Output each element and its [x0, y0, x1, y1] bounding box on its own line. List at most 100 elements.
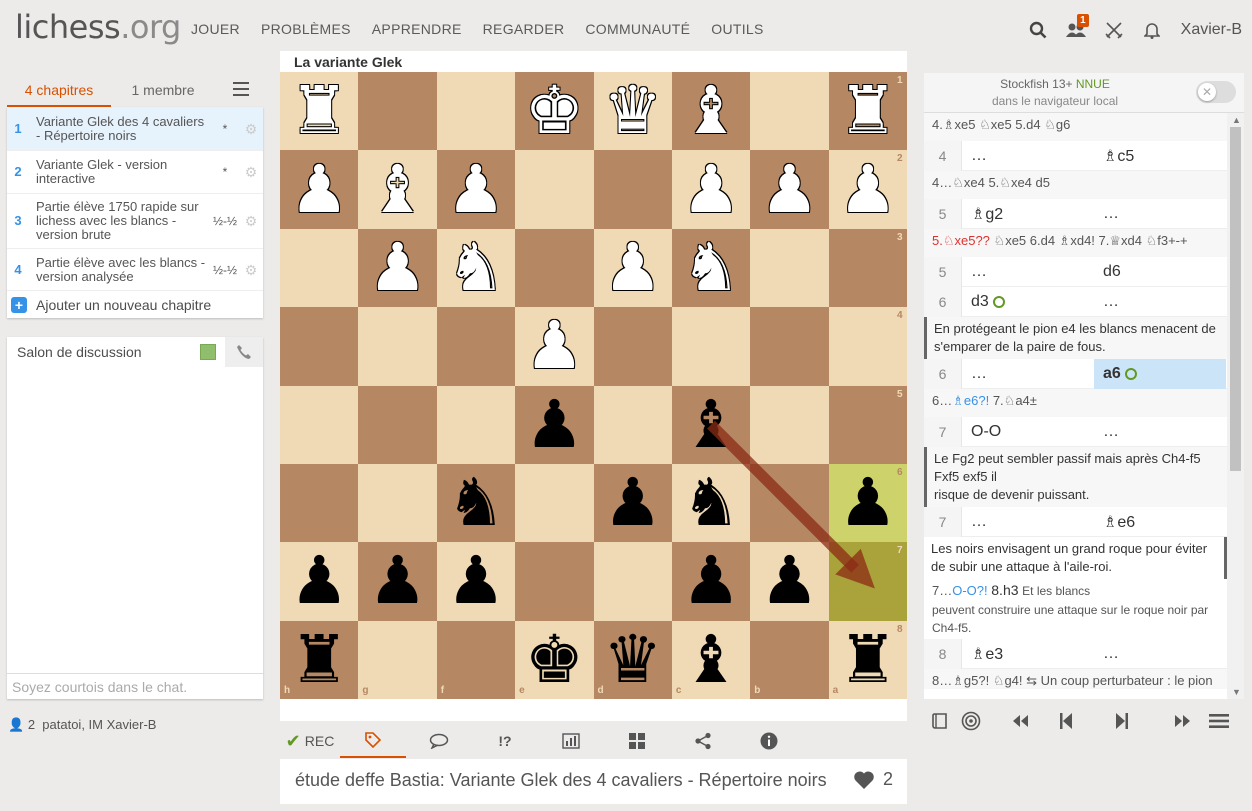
tags-tab[interactable] — [340, 724, 406, 758]
board-square-b4[interactable] — [750, 307, 829, 386]
white-piece-g3[interactable]: ♟ — [358, 229, 436, 307]
black-piece-g7[interactable]: ♟ — [358, 542, 436, 620]
black-piece-c6[interactable]: ♞ — [672, 464, 750, 542]
board-square-g1[interactable] — [358, 72, 437, 151]
glyphs-tab[interactable]: !? — [472, 724, 538, 758]
hamburger-menu-icon[interactable] — [1194, 706, 1244, 736]
next-move-icon[interactable] — [1080, 706, 1164, 736]
user-menu[interactable]: Xavier-B — [1171, 21, 1252, 39]
variation-line[interactable]: 6…♗e6?! 7.♘a4± — [924, 389, 1227, 417]
board-square-e2[interactable] — [515, 150, 594, 229]
current-move[interactable]: a6 — [1094, 358, 1226, 389]
black-move[interactable]: ♗c5 — [1094, 141, 1226, 171]
board-square-h4[interactable] — [280, 307, 359, 386]
scroll-up-icon[interactable]: ▲ — [1232, 115, 1241, 125]
board-square-b8[interactable] — [750, 620, 829, 700]
board-square-a7[interactable] — [828, 542, 908, 621]
board-square-b5[interactable] — [750, 385, 829, 464]
black-piece-c5[interactable]: ♝ — [672, 386, 750, 464]
board-square-h3[interactable] — [280, 228, 359, 308]
white-piece-c2[interactable]: ♟ — [672, 150, 750, 228]
board-square-a4[interactable] — [828, 307, 908, 386]
chess-board[interactable]: 1 2 3 4 5 6 7 8 h g f e d c b a ♜ ♚ ♛ ♝ ♜ ♟ ♝ ♟ ♟ ♟ ♟ ♟ ♞ ♟ ♞ ♟ ♟ ♝ ♞ ♟ ♞ ♟ ♟ ♟… — [280, 72, 908, 700]
nav-community[interactable]: COMMUNAUTÉ — [585, 21, 690, 37]
black-piece-f6[interactable]: ♞ — [437, 464, 515, 542]
board-square-c4[interactable] — [671, 307, 751, 386]
variation-line[interactable]: 8…♗g5?! ♘g4! ⇆ Un coup perturbateur : le… — [924, 669, 1227, 689]
white-piece-d1[interactable]: ♛ — [594, 72, 672, 150]
board-square-f1[interactable] — [436, 72, 516, 151]
study-like-button[interactable]: 2 — [853, 769, 893, 790]
phone-icon[interactable] — [225, 337, 263, 367]
last-move-icon[interactable] — [1171, 706, 1193, 736]
board-square-g4[interactable] — [358, 307, 437, 386]
black-move[interactable]: … — [1094, 417, 1226, 447]
nav-learn[interactable]: APPRENDRE — [372, 21, 462, 37]
chapter-item[interactable]: 3 Partie élève 1750 rapide sur lichess a… — [7, 193, 263, 248]
chapter-item[interactable]: 2 Variante Glek - version interactive * … — [7, 150, 263, 193]
board-square-g6[interactable] — [358, 463, 437, 543]
white-move[interactable]: … — [962, 507, 1094, 537]
board-square-d5[interactable] — [593, 385, 672, 464]
nav-puzzles[interactable]: PROBLÈMES — [261, 21, 351, 37]
notifications-bell-icon[interactable] — [1133, 12, 1171, 48]
info-tab[interactable] — [736, 724, 802, 758]
board-square-d4[interactable] — [593, 307, 672, 386]
chat-enable-checkbox[interactable] — [200, 344, 216, 360]
nav-play[interactable]: JOUER — [191, 21, 240, 37]
white-move[interactable]: d3 — [962, 287, 1094, 317]
black-piece-e5[interactable]: ♟ — [515, 386, 593, 464]
white-move[interactable]: … — [962, 359, 1094, 389]
variation-line[interactable]: 5.♘xe5?? ♘xe5 6.d4 ♗xd4! 7.♕xd4 ♘f3+-+ — [924, 229, 1227, 257]
white-piece-a1[interactable]: ♜ — [829, 72, 907, 150]
white-piece-h1[interactable]: ♜ — [280, 72, 358, 150]
black-piece-e8[interactable]: ♚ — [515, 621, 593, 699]
multiboard-tab[interactable] — [604, 724, 670, 758]
tab-chapters[interactable]: 4 chapitres — [7, 72, 111, 107]
white-piece-g2[interactable]: ♝ — [358, 150, 436, 228]
nav-watch[interactable]: REGARDER — [483, 21, 565, 37]
white-piece-a2[interactable]: ♟ — [829, 150, 907, 228]
white-piece-c1[interactable]: ♝ — [672, 72, 750, 150]
challenges-icon[interactable] — [1095, 12, 1133, 48]
gear-icon[interactable]: ⚙ — [239, 165, 263, 179]
previous-move-icon[interactable] — [1052, 706, 1080, 736]
board-square-a5[interactable] — [828, 385, 908, 464]
black-piece-h7[interactable]: ♟ — [280, 542, 358, 620]
black-piece-h8[interactable]: ♜ — [280, 621, 358, 699]
dubious-move[interactable]: ♗e6?! — [952, 393, 989, 408]
black-move[interactable]: … — [1094, 639, 1226, 669]
variation-moves[interactable]: 8.h3 — [991, 582, 1018, 598]
variation-line[interactable]: 7…O-O?! 8.h3 Et les blancs peuvent const… — [924, 579, 1227, 639]
practice-target-icon[interactable] — [956, 706, 988, 736]
white-move[interactable]: … — [962, 141, 1094, 171]
board-square-e6[interactable] — [515, 463, 594, 543]
white-move[interactable]: O-O — [962, 417, 1094, 447]
board-square-g5[interactable] — [358, 385, 437, 464]
share-tab[interactable] — [670, 724, 736, 758]
chat-input[interactable]: Soyez courtois dans le chat. — [7, 673, 263, 699]
chapter-item[interactable]: 1 Variante Glek des 4 cavaliers - Répert… — [7, 107, 263, 150]
blunder-move[interactable]: 5.♘xe5?? — [932, 233, 990, 248]
gear-icon[interactable]: ⚙ — [239, 122, 263, 136]
white-piece-c3[interactable]: ♞ — [672, 229, 750, 307]
scroll-down-icon[interactable]: ▼ — [1232, 687, 1241, 697]
white-piece-e4[interactable]: ♟ — [515, 307, 593, 385]
opening-book-icon[interactable] — [924, 706, 956, 736]
board-square-b1[interactable] — [750, 72, 829, 151]
board-square-d2[interactable] — [593, 150, 672, 229]
board-square-e3[interactable] — [515, 228, 594, 308]
first-move-icon[interactable] — [987, 706, 1052, 736]
white-move[interactable]: ♗e3 — [962, 639, 1094, 669]
chapter-item[interactable]: 4 Partie élève avec les blancs - version… — [7, 248, 263, 290]
black-piece-b7[interactable]: ♟ — [750, 542, 828, 620]
black-move[interactable]: ♗e6 — [1094, 507, 1226, 537]
board-square-e7[interactable] — [515, 542, 594, 621]
variation-line[interactable]: 4…♘xe4 5.♘xe4 d5 — [924, 171, 1227, 199]
board-square-f8[interactable] — [436, 620, 516, 700]
variation-moves[interactable]: 7.♘a4± — [993, 393, 1037, 408]
variation-line[interactable]: 4.♗xe5 ♘xe5 5.d4 ♘g6 — [924, 113, 1227, 141]
move-list-scrollbar[interactable]: ▲ ▼ — [1227, 113, 1244, 699]
analysis-chart-tab[interactable] — [538, 724, 604, 758]
board-square-f4[interactable] — [436, 307, 516, 386]
